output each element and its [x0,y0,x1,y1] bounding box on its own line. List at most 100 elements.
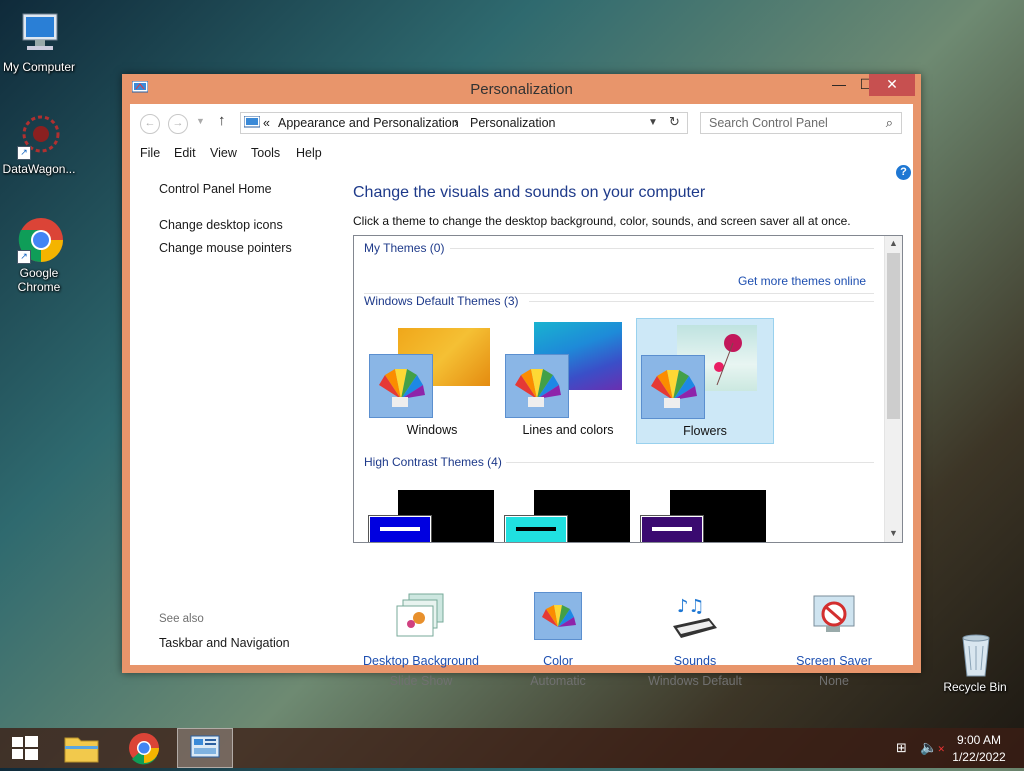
refresh-icon[interactable]: ↻ [669,114,680,130]
desktop-icon-label: Google Chrome [17,266,61,294]
personalization-window: Personalization — ☐ ✕ ← → ▼ ↑ « Appearan… [122,74,921,688]
change-desktop-icons-link[interactable]: Change desktop icons [159,218,283,232]
item-label: Sounds [673,654,717,668]
item-label: Screen Saver [796,654,872,668]
shortcut-arrow-icon: ↗ [17,250,31,264]
theme-label: Windows [406,423,458,437]
help-icon[interactable]: ? [896,165,911,180]
theme-high-contrast-1[interactable] [368,488,498,542]
item-label: Desktop Background [362,654,480,668]
color-palette-icon [641,355,705,419]
desktop-icon-label: Recycle Bin [943,680,1007,694]
taskbar-navigation-link[interactable]: Taskbar and Navigation [159,636,290,650]
search-control-panel-input[interactable]: Search Control Panel ⌕ [700,112,902,134]
title-bar[interactable]: Personalization — ☐ ✕ [122,74,921,104]
breadcrumb-root-chevron[interactable]: « [263,116,270,130]
window-client: ← → ▼ ↑ « Appearance and Personalization… [130,104,913,688]
menu-view[interactable]: View [210,146,237,160]
item-label: Color [543,654,573,668]
desktop-icon-datawagon[interactable]: ↗ DataWagon... [0,112,81,176]
up-button[interactable]: ↑ [218,112,226,129]
control-panel-icon [190,735,220,758]
divider [450,248,874,249]
taskbar: ⊞ 🔈✕ 9:00 AM 1/22/2022 [0,728,1024,768]
vertical-scrollbar[interactable]: ▲ ▼ [884,236,902,542]
clock-time: 9:00 AM [956,733,1002,747]
theme-label: Flowers [683,424,727,438]
menu-edit[interactable]: Edit [174,146,196,160]
back-button[interactable]: ← [140,114,160,134]
breadcrumb-appearance[interactable]: Appearance and Personalization [278,116,459,130]
folder-icon [64,737,99,763]
group-my-themes: My Themes (0) [364,241,445,255]
datawagon-icon: ↗ [15,112,63,160]
sounds-icon: ♪♫ [669,592,721,640]
address-row: ← → ▼ ↑ « Appearance and Personalization… [130,104,913,142]
scroll-down-arrow-icon[interactable]: ▼ [889,528,898,538]
volume-muted-icon[interactable]: 🔈✕ [920,739,945,756]
theme-windows[interactable]: Windows [364,318,500,442]
theme-high-contrast-3[interactable] [640,488,770,542]
chrome-icon [129,733,159,765]
desktop-background-icon [395,592,447,640]
color-swatch [504,515,568,542]
color-swatch [640,515,704,542]
menu-help[interactable]: Help [296,146,322,160]
chrome-taskbar-button[interactable] [116,728,172,768]
item-value: None [819,674,849,688]
clock[interactable]: 9:00 AM 1/22/2022 [944,733,1014,764]
color-palette-icon [505,354,569,418]
item-value: Windows Default [648,674,742,688]
divider [506,462,874,463]
control-panel-home-link[interactable]: Control Panel Home [159,182,272,196]
control-panel-icon [244,116,260,128]
window-title: Personalization [470,81,573,98]
file-explorer-taskbar-button[interactable] [54,728,110,768]
recent-locations-icon[interactable]: ▼ [196,116,205,126]
color-palette-icon [369,354,433,418]
menu-bar: File Edit View Tools Help [130,142,913,164]
item-value: Automatic [530,674,586,688]
scroll-up-arrow-icon[interactable]: ▲ [889,238,898,248]
group-default-themes: Windows Default Themes (3) [364,294,519,308]
breadcrumb-personalization[interactable]: Personalization [470,116,555,130]
breadcrumb-separator[interactable]: › [454,116,458,130]
clock-date: 1/22/2022 [952,750,1006,764]
divider [529,301,874,302]
close-button[interactable]: ✕ [869,74,915,96]
scroll-thumb[interactable] [887,253,900,419]
screen-saver-icon [808,592,860,640]
get-more-themes-link[interactable]: Get more themes online [738,274,866,288]
see-also-label: See also [159,613,204,625]
address-dropdown-icon[interactable]: ▼ [648,117,658,128]
theme-flowers[interactable]: Flowers [636,318,774,444]
color-swatch [368,515,432,542]
minimize-button[interactable]: — [825,74,853,96]
change-mouse-pointers-link[interactable]: Change mouse pointers [159,241,292,255]
menu-tools[interactable]: Tools [251,146,280,160]
windows-logo-icon [12,736,38,760]
forward-button[interactable]: → [168,114,188,134]
shortcut-arrow-icon: ↗ [17,146,31,160]
recycle-bin-icon [951,630,999,678]
theme-lines-and-colors[interactable]: Lines and colors [500,318,636,442]
computer-icon [15,10,63,58]
control-panel-taskbar-button[interactable] [177,728,233,768]
start-button[interactable] [0,728,56,768]
network-icon[interactable]: ⊞ [896,740,907,756]
theme-list: My Themes (0) Get more themes online Win… [353,235,903,543]
svg-text:♪♫: ♪♫ [677,596,705,617]
menu-file[interactable]: File [140,146,160,160]
desktop-icon-google-chrome[interactable]: ↗ Google Chrome [0,216,81,294]
color-palette-icon [534,592,582,640]
group-high-contrast: High Contrast Themes (4) [364,455,502,469]
search-placeholder: Search Control Panel [709,116,828,130]
left-pane: Control Panel Home Change desktop icons … [130,164,345,665]
item-value: Slide Show [389,674,453,688]
desktop-icon-recycle-bin[interactable]: Recycle Bin [933,630,1017,694]
chrome-icon: ↗ [15,216,63,264]
theme-high-contrast-2[interactable] [504,488,634,542]
address-bar[interactable]: « Appearance and Personalization › Perso… [240,112,688,134]
desktop-icon-my-computer[interactable]: My Computer [0,10,81,74]
theme-label: Lines and colors [522,423,614,437]
